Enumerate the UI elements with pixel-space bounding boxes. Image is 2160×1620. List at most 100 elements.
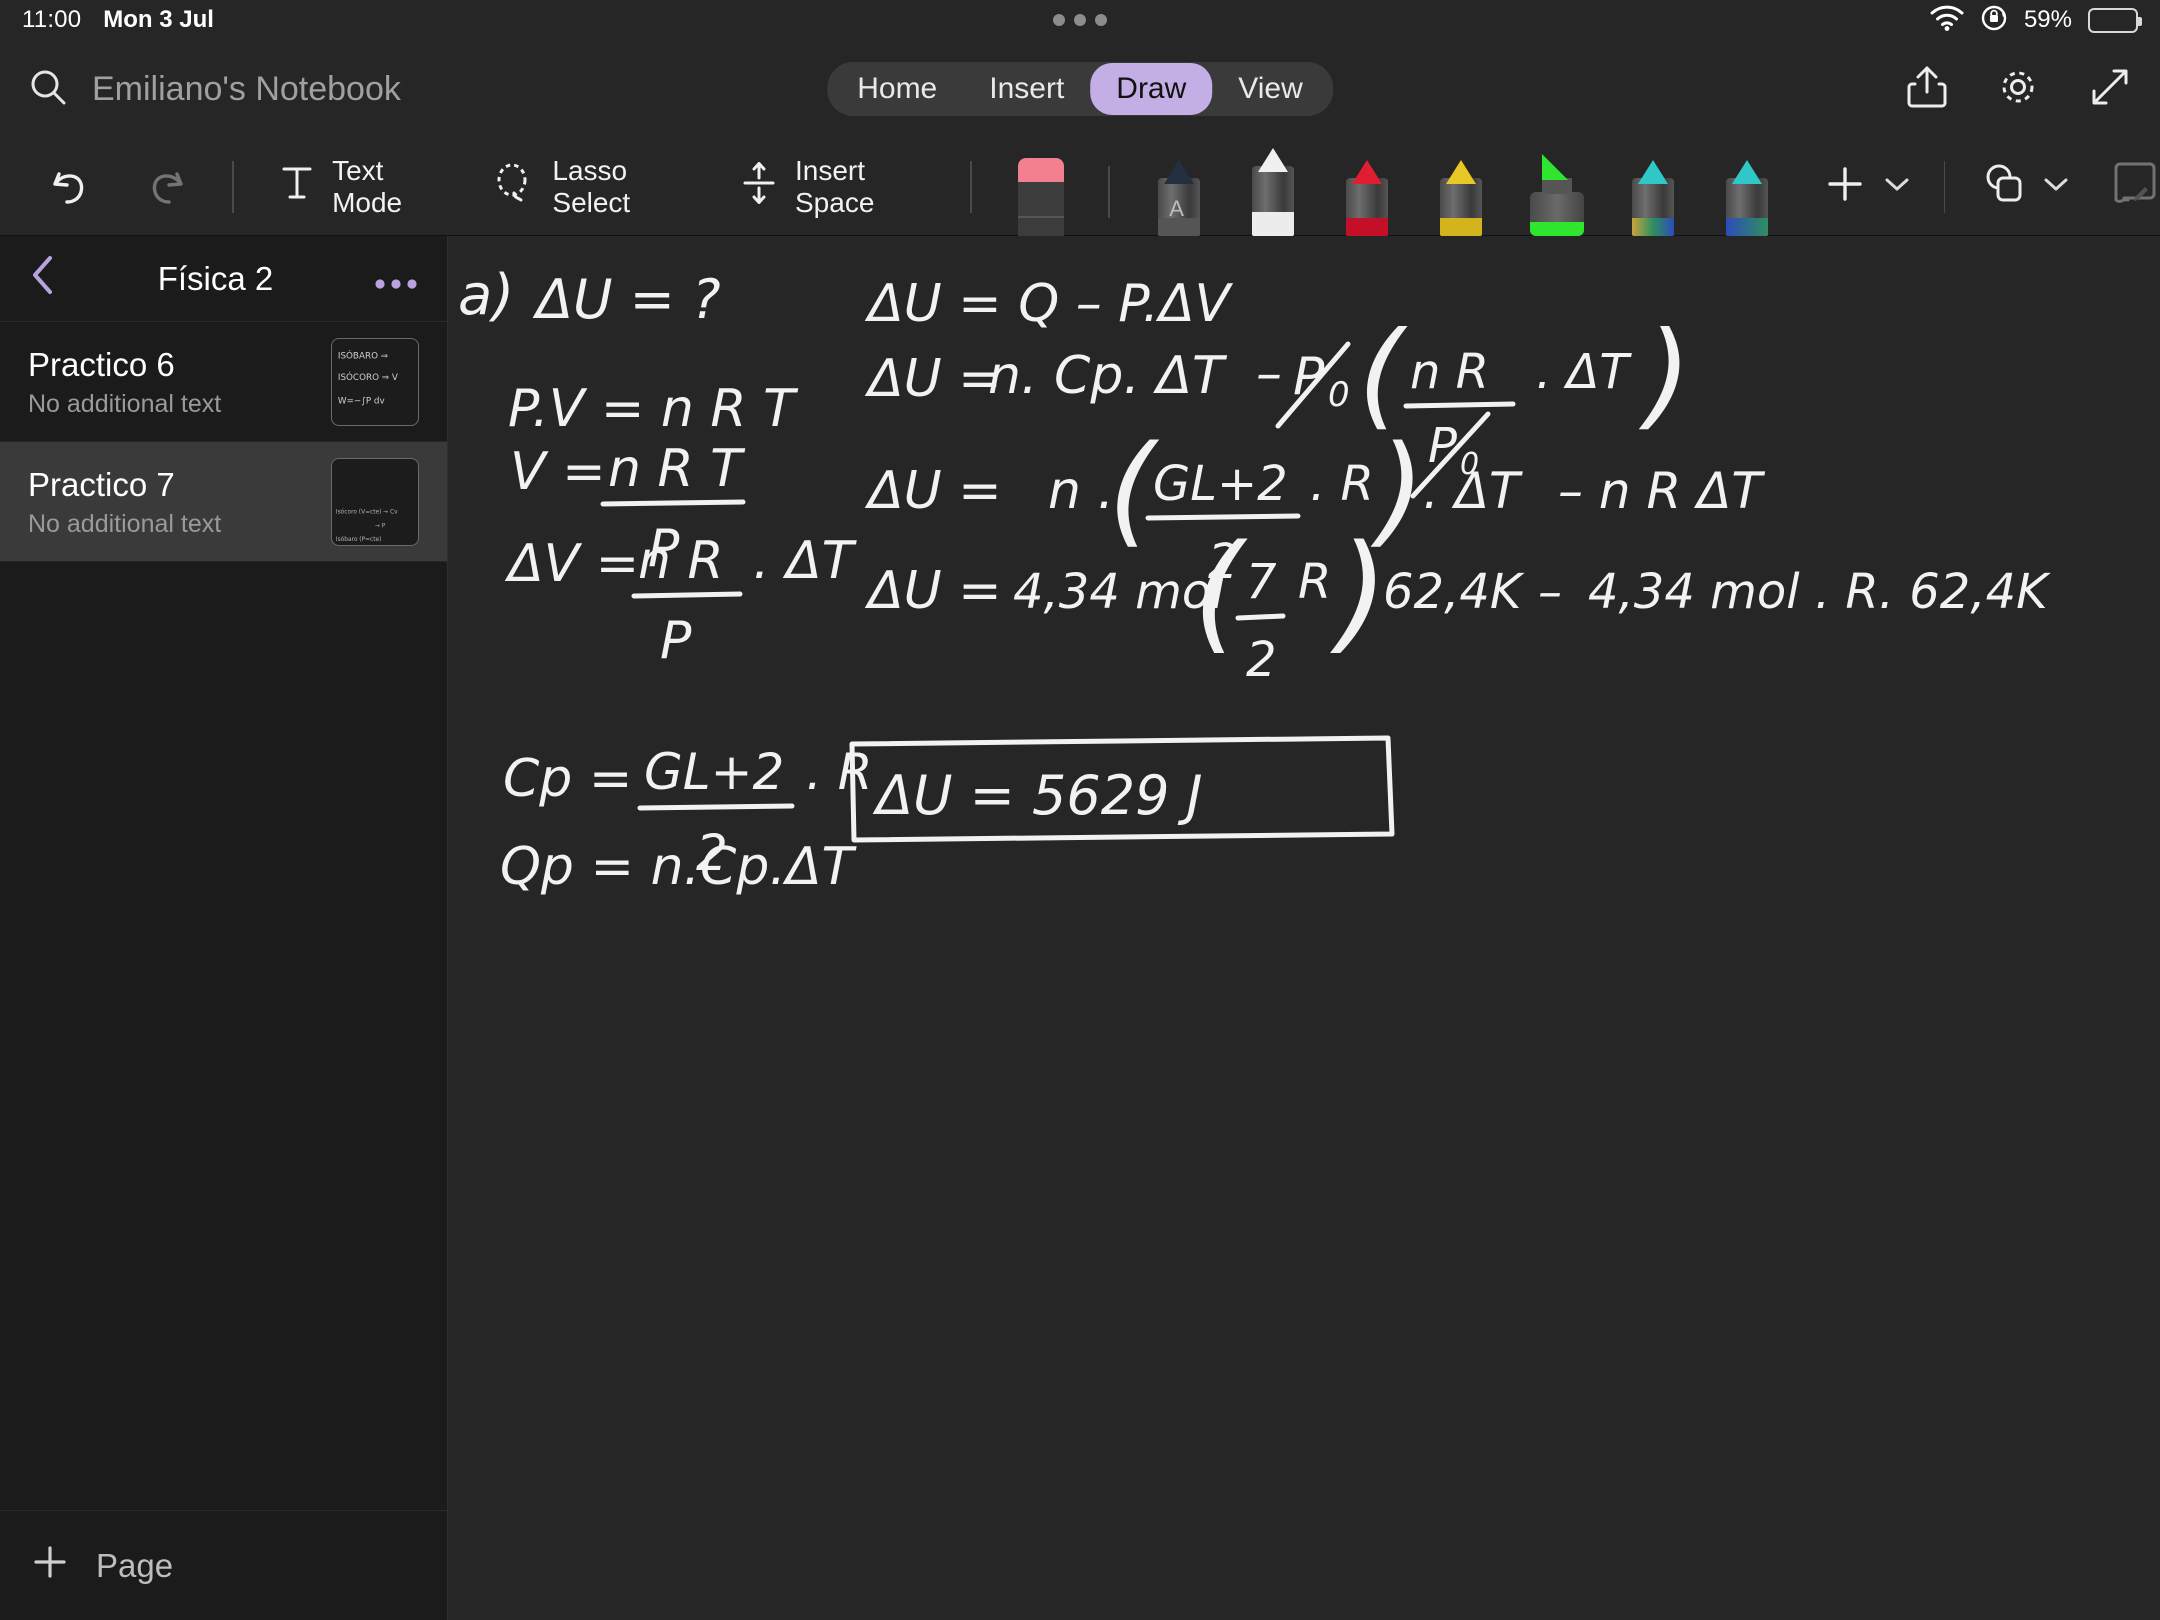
add-tool-button[interactable] bbox=[1822, 161, 1868, 212]
note-thumbnail: ISÓBARO ⇒ ISÓCORO ⇒ V W=−∫P dv bbox=[331, 337, 419, 426]
tool-pen-teal[interactable] bbox=[1624, 159, 1682, 236]
ink-line-minus: – bbox=[1256, 344, 1282, 404]
insert-space-button[interactable]: Insert Space bbox=[741, 155, 937, 219]
note-title: Practico 7 bbox=[28, 466, 175, 504]
insert-space-icon bbox=[741, 160, 777, 213]
ink-line-v-equals: V = bbox=[510, 442, 606, 502]
svg-text:W=−∫P dv: W=−∫P dv bbox=[338, 396, 385, 406]
note-text-block: Practico 7 No additional text bbox=[28, 464, 221, 538]
text-mode-label: Text Mode bbox=[332, 154, 403, 218]
tab-insert[interactable]: Insert bbox=[963, 63, 1090, 115]
ink-paren-open-3: ( bbox=[1193, 518, 1248, 667]
status-time: 11:00 bbox=[22, 6, 82, 33]
note-list-item-practico-7[interactable]: Practico 7 No additional text Isócoro (V… bbox=[0, 442, 447, 562]
tool-pen-teal-2[interactable] bbox=[1718, 159, 1776, 236]
lasso-select-button[interactable]: Lasso Select bbox=[492, 155, 696, 219]
more-options-icon[interactable] bbox=[373, 266, 419, 291]
back-chevron-left-icon[interactable] bbox=[28, 253, 58, 304]
ink-line-cp-equals: Cp = bbox=[503, 749, 632, 809]
shapes-chevron-down-icon[interactable] bbox=[2041, 173, 2071, 200]
add-page-button[interactable]: Page bbox=[0, 1510, 448, 1620]
svg-text:Isóbaro (P=cte): Isóbaro (P=cte) bbox=[336, 536, 382, 543]
note-list-item-practico-6[interactable]: Practico 6 No additional text ISÓBARO ⇒ … bbox=[0, 322, 447, 442]
note-title: Practico 6 bbox=[28, 346, 175, 384]
note-text-block: Practico 6 No additional text bbox=[28, 344, 221, 418]
text-icon bbox=[280, 163, 314, 210]
tool-highlighter-green[interactable] bbox=[1526, 153, 1588, 236]
tool-eraser[interactable] bbox=[1012, 157, 1070, 238]
ink-paren-close-3: ) bbox=[1330, 518, 1388, 667]
ipad-notes-app-screen: 11:00 Mon 3 Jul 59% Emiliano's Notebook … bbox=[0, 0, 2160, 1620]
ink-line-dot-dt-2: . ΔT bbox=[1536, 344, 1632, 400]
ink-line-nr-num: n R bbox=[638, 531, 724, 591]
expand-icon[interactable] bbox=[2088, 65, 2132, 114]
ink-line-minus-nrdt: – n R ΔT bbox=[1558, 462, 1765, 520]
pen-tray: A bbox=[992, 138, 1794, 238]
tool-pen-yellow[interactable] bbox=[1432, 159, 1490, 236]
note-canvas[interactable]: a) ΔU = ? P.V = n R T V = n R T P ΔV = n… bbox=[448, 236, 2160, 1620]
add-tool-chevron-down-icon[interactable] bbox=[1882, 173, 1912, 200]
ink-line-gl2-num-2: GL+2 bbox=[1153, 456, 1288, 512]
ink-line-minus-2: – bbox=[1538, 564, 1562, 620]
tab-draw[interactable]: Draw bbox=[1090, 63, 1213, 115]
sidebar-header: Física 2 bbox=[0, 236, 447, 322]
handwriting-ink-layer: a) ΔU = ? P.V = n R T V = n R T P ΔV = n… bbox=[458, 263, 2051, 897]
ink-line-p-den-2: P bbox=[660, 611, 692, 671]
toolbar-divider-2 bbox=[970, 160, 972, 213]
ink-line-r-unit: R bbox=[1298, 554, 1331, 610]
tab-home[interactable]: Home bbox=[831, 63, 963, 115]
search-area[interactable]: Emiliano's Notebook bbox=[28, 67, 728, 112]
ribbon-tabs: Home Insert Draw View bbox=[827, 62, 1333, 116]
ink-line-n-dot: n . bbox=[1048, 461, 1114, 521]
svg-text:→ P: → P bbox=[375, 523, 386, 529]
toolbar-divider-3 bbox=[1108, 165, 1111, 218]
svg-text:ISÓBARO ⇒: ISÓBARO ⇒ bbox=[338, 349, 388, 361]
ink-line-delta-u-question: ΔU = ? bbox=[532, 268, 721, 331]
status-bar-left: 11:00 Mon 3 Jul bbox=[22, 6, 214, 34]
tool-pen-red[interactable] bbox=[1338, 159, 1396, 236]
draw-toolbar: Text Mode Lasso Select Insert Space A bbox=[0, 138, 2160, 238]
note-subtitle: No additional text bbox=[28, 389, 222, 418]
text-mode-button[interactable]: Text Mode bbox=[280, 155, 448, 219]
share-icon[interactable] bbox=[1906, 64, 1948, 115]
toolbar-divider-4 bbox=[1943, 160, 1946, 213]
ink-line-pv-nrt: P.V = n R T bbox=[508, 379, 799, 439]
undo-button[interactable] bbox=[43, 158, 95, 215]
ink-line-du-4: ΔU = bbox=[864, 561, 1002, 621]
ink-line-nr-num-2: n R bbox=[1410, 344, 1489, 400]
tool-pen-white[interactable] bbox=[1244, 144, 1302, 236]
shapes-button[interactable] bbox=[1977, 159, 2029, 214]
multitask-dots[interactable] bbox=[1053, 14, 1107, 26]
tab-view[interactable]: View bbox=[1212, 63, 1328, 115]
insert-space-label: Insert Space bbox=[795, 154, 875, 218]
ink-line-7-num: 7 bbox=[1246, 554, 1277, 610]
plus-icon bbox=[30, 1542, 70, 1590]
tool-pen-a[interactable]: A bbox=[1150, 159, 1208, 236]
lasso-select-label: Lasso Select bbox=[552, 154, 631, 218]
lasso-icon bbox=[492, 162, 534, 211]
search-input[interactable]: Emiliano's Notebook bbox=[92, 70, 401, 109]
app-toolbar: Emiliano's Notebook Home Insert Draw Vie… bbox=[0, 40, 2160, 138]
ink-line-du-ncpdt: ΔU = bbox=[864, 349, 1002, 409]
ink-line-dv-equals: ΔV = bbox=[504, 534, 639, 594]
toolbar-divider-1 bbox=[231, 160, 234, 213]
redo-button[interactable] bbox=[141, 158, 193, 215]
wifi-icon bbox=[1930, 5, 1964, 36]
ink-line-2-den-3: 2 bbox=[1246, 632, 1277, 688]
gear-icon[interactable] bbox=[1996, 65, 2040, 114]
ink-line-nrt-num: n R T bbox=[608, 439, 746, 499]
ink-line-du-q-pdv: ΔU = Q – P.ΔV bbox=[864, 274, 1234, 334]
ink-line-dot-dt: . ΔT bbox=[753, 531, 858, 591]
ink-line-ncpdt: n. Cp. ΔT bbox=[988, 346, 1228, 406]
ink-line-434mol-r-624k: 4,34 mol . R. 62,4K bbox=[1588, 564, 2051, 620]
status-bar-right: 59% bbox=[1930, 4, 2142, 37]
search-icon[interactable] bbox=[28, 67, 68, 112]
status-date: Mon 3 Jul bbox=[103, 6, 214, 33]
notes-sidebar: Física 2 Practico 6 No additional text I… bbox=[0, 236, 448, 1620]
ink-line-gl2-num: GL+2 bbox=[644, 743, 784, 801]
status-bar: 11:00 Mon 3 Jul 59% bbox=[0, 0, 2160, 40]
notebook-title: Física 2 bbox=[157, 259, 274, 297]
sticky-note-icon[interactable] bbox=[2108, 158, 2160, 215]
rotation-lock-icon bbox=[1980, 4, 2008, 37]
ink-line-du-3: ΔU = bbox=[864, 461, 1002, 521]
